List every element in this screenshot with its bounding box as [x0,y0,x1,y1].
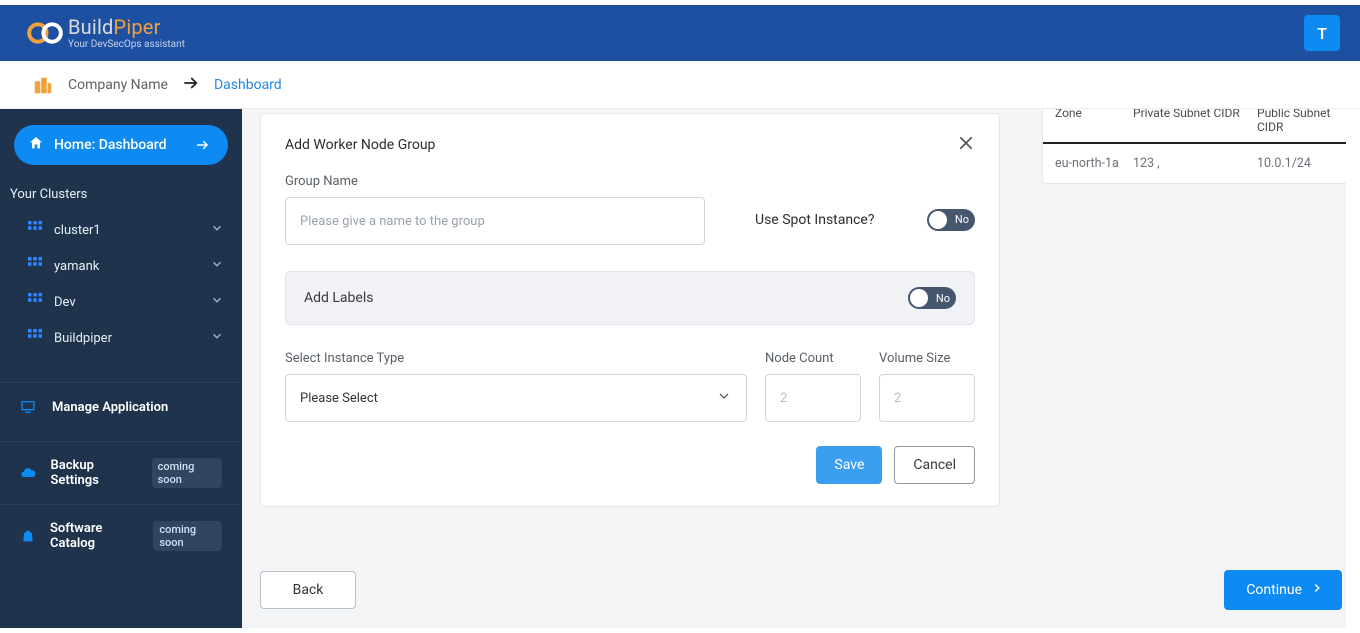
group-name-input[interactable] [285,197,705,245]
sidebar-item-buildpiper[interactable]: Buildpiper [0,320,242,356]
continue-button[interactable]: Continue [1224,570,1342,610]
cell-private-subnet: 123 , [1133,156,1257,171]
grid-icon [28,329,42,347]
table-row: eu-north-1a 123 , 10.0.1/24 [1043,144,1359,183]
chevron-down-icon [716,388,732,408]
save-button[interactable]: Save [816,446,882,484]
sidebar-item-label: yamank [54,259,99,274]
sidebar-backup-settings[interactable]: Backup Settings coming soon [0,441,242,504]
volume-size-label: Volume Size [879,351,975,366]
sidebar-item-label: Manage Application [52,400,168,415]
node-count-input[interactable] [765,374,861,422]
chevron-down-icon [210,257,224,275]
toggle-text: No [936,292,950,305]
col-zone: Zone [1055,109,1133,134]
sidebar-item-label: Buildpiper [54,331,112,346]
toggle-knob [910,289,928,307]
user-avatar-button[interactable]: T [1304,15,1340,51]
home-dashboard-button[interactable]: Home: Dashboard [14,125,228,165]
col-private-subnet: Private Subnet CIDR [1133,109,1257,134]
cell-public-subnet: 10.0.1/24 [1257,156,1347,171]
sidebar-software-catalog[interactable]: Software Catalog coming soon [0,504,242,567]
sidebar: Home: Dashboard Your Clusters cluster1 y… [0,109,242,628]
arrow-right-icon [192,134,214,156]
chevron-down-icon [210,221,224,239]
add-labels-toggle[interactable]: No [908,287,956,309]
breadcrumb-company: Company Name [68,77,168,93]
sidebar-item-dev[interactable]: Dev [0,284,242,320]
topbar: BuildPiper Your DevSecOps assistant T [0,5,1360,61]
instance-type-label: Select Instance Type [285,351,747,366]
coming-soon-badge: coming soon [152,458,222,488]
sidebar-item-label: Backup Settings [51,458,138,488]
grid-icon [28,257,42,275]
continue-label: Continue [1246,582,1302,598]
sidebar-item-label: cluster1 [54,223,101,238]
col-public-subnet: Public Subnet CIDR [1257,109,1347,134]
breadcrumb: Company Name Dashboard [0,61,1360,109]
right-gutter [1346,109,1360,628]
instance-type-value: Please Select [300,391,378,406]
sidebar-section-clusters-title: Your Clusters [0,183,242,212]
brand-logo-icon [26,20,60,46]
card-title: Add Worker Node Group [285,137,435,153]
table-header: Zone Private Subnet CIDR Public Subnet C… [1043,109,1359,144]
add-labels-title: Add Labels [304,290,373,306]
home-label: Home: Dashboard [54,137,166,153]
back-button[interactable]: Back [260,571,356,609]
chevron-down-icon [210,293,224,311]
brand-name: BuildPiper [68,17,185,37]
toggle-knob [929,211,947,229]
close-icon[interactable] [957,134,975,156]
spot-instance-label: Use Spot Instance? [755,212,874,228]
coming-soon-badge: coming soon [153,521,222,551]
sidebar-item-label: Dev [54,295,76,310]
breadcrumb-arrow-icon [182,74,200,96]
brand-subtitle: Your DevSecOps assistant [68,39,185,50]
home-icon [28,135,44,155]
volume-size-input[interactable] [879,374,975,422]
node-count-label: Node Count [765,351,861,366]
sidebar-manage-application[interactable]: Manage Application [0,382,242,431]
main-content: Add Worker Node Group Group Name Use Spo… [242,109,1360,628]
sidebar-item-yamank[interactable]: yamank [0,248,242,284]
cancel-button[interactable]: Cancel [894,446,975,484]
chevron-right-icon [1310,581,1324,599]
monitor-icon [20,399,38,415]
cell-zone: eu-north-1a [1055,156,1133,171]
brand: BuildPiper Your DevSecOps assistant [26,17,185,50]
group-name-label: Group Name [285,174,705,189]
cloud-icon [20,465,37,481]
grid-icon [28,293,42,311]
wizard-footer: Back Continue [260,570,1342,610]
subnet-table: Zone Private Subnet CIDR Public Subnet C… [1042,109,1360,184]
instance-type-select[interactable]: Please Select [285,374,747,422]
toggle-text: No [955,213,969,226]
add-labels-row: Add Labels No [285,271,975,325]
spot-instance-toggle[interactable]: No [927,209,975,231]
sidebar-item-cluster1[interactable]: cluster1 [0,212,242,248]
sidebar-item-label: Software Catalog [50,521,139,551]
add-worker-node-group-card: Add Worker Node Group Group Name Use Spo… [260,113,1000,507]
bag-icon [20,528,36,544]
company-icon [32,74,54,96]
chevron-down-icon [210,329,224,347]
grid-icon [28,221,42,239]
breadcrumb-dashboard-link[interactable]: Dashboard [214,77,282,93]
